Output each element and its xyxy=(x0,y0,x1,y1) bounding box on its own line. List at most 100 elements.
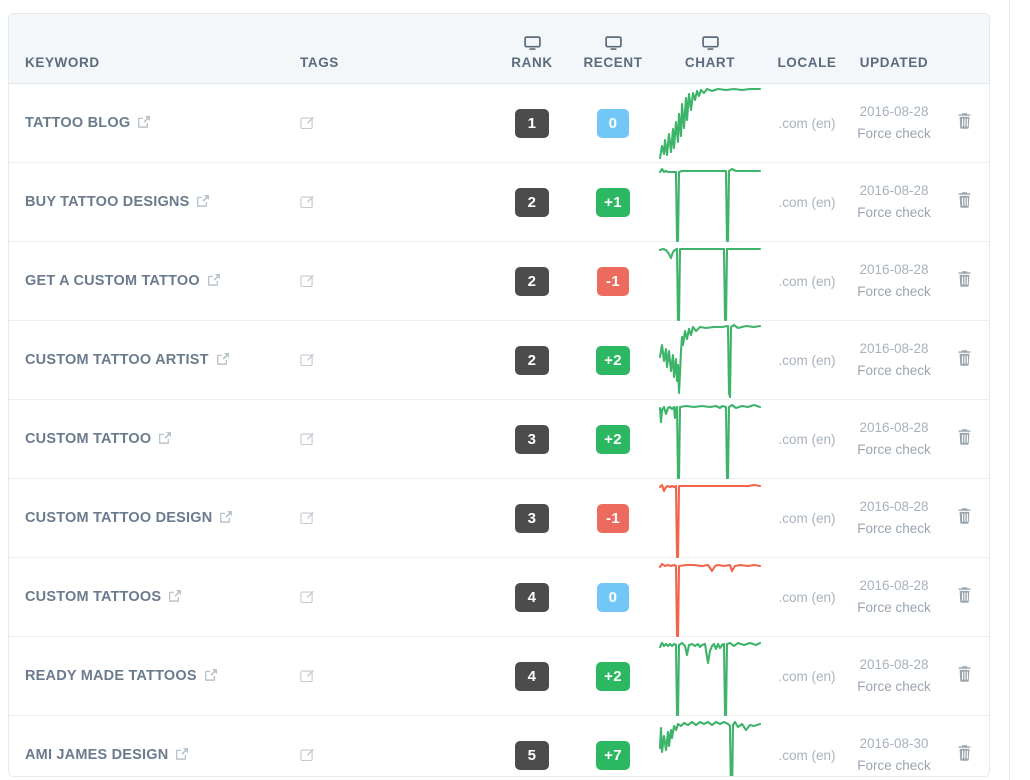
force-check-link[interactable]: Force check xyxy=(849,360,939,382)
force-check-link[interactable]: Force check xyxy=(849,597,939,619)
edit-icon[interactable] xyxy=(300,511,314,525)
table-row[interactable]: CUSTOM TATTOO DESIGN 3 -1 .com (en) 2016… xyxy=(9,478,989,559)
keyword-label[interactable]: CUSTOM TATTOO xyxy=(25,431,151,447)
trash-icon[interactable] xyxy=(956,744,973,762)
column-header-actions xyxy=(939,14,989,84)
chart-cell[interactable] xyxy=(655,636,765,717)
trash-icon[interactable] xyxy=(956,428,973,446)
chart-cell[interactable] xyxy=(655,320,765,400)
trash-icon[interactable] xyxy=(956,665,973,683)
rank-cell: 3 xyxy=(493,399,571,479)
column-header-updated[interactable]: UPDATED xyxy=(849,14,939,84)
edit-icon[interactable] xyxy=(300,195,314,209)
rank-sparkline[interactable] xyxy=(658,84,762,162)
edit-icon[interactable] xyxy=(300,353,314,367)
external-link-icon[interactable] xyxy=(137,115,151,131)
keyword-label[interactable]: CUSTOM TATTOO ARTIST xyxy=(25,352,209,368)
rank-sparkline[interactable] xyxy=(658,163,762,243)
edit-icon[interactable] xyxy=(300,274,314,288)
keyword-label[interactable]: READY MADE TATTOOS xyxy=(25,668,197,684)
table-row[interactable]: BUY TATTOO DESIGNS 2 +1 .com (en) 2016-0… xyxy=(9,162,989,243)
tags-cell xyxy=(297,162,493,242)
trash-icon[interactable] xyxy=(956,270,973,288)
keywords-panel: KEYWORD TAGS RANK RECENT CHART LOCALE UP… xyxy=(8,13,990,777)
table-row[interactable]: CUSTOM TATTOO ARTIST 2 +2 .com (en) 2016… xyxy=(9,320,989,400)
edit-icon[interactable] xyxy=(300,669,314,683)
external-link-icon[interactable] xyxy=(207,273,221,289)
table-row[interactable]: TATTOO BLOG 1 0 .com (en) 2016-08-28 For… xyxy=(9,83,989,163)
rank-sparkline[interactable] xyxy=(658,400,762,480)
table-row[interactable]: CUSTOM TATTOOS 4 0 .com (en) 2016-08-28 … xyxy=(9,557,989,638)
keyword-label[interactable]: CUSTOM TATTOOS xyxy=(25,589,161,605)
force-check-link[interactable]: Force check xyxy=(849,123,939,145)
external-link-icon[interactable] xyxy=(158,431,172,447)
locale-cell: .com (en) xyxy=(765,83,849,163)
edit-icon[interactable] xyxy=(300,116,314,130)
keyword-label[interactable]: CUSTOM TATTOO DESIGN xyxy=(25,510,212,526)
column-header-chart[interactable]: CHART xyxy=(655,14,765,84)
table-row[interactable]: AMI JAMES DESIGN 5 +7 .com (en) 2016-08-… xyxy=(9,715,989,776)
trash-icon[interactable] xyxy=(956,349,973,367)
tags-cell xyxy=(297,320,493,400)
recent-change-badge: -1 xyxy=(597,503,629,533)
updated-date: 2016-08-28 xyxy=(859,419,929,435)
external-link-icon[interactable] xyxy=(219,510,233,526)
updated-cell: 2016-08-28 Force check xyxy=(849,320,939,400)
delete-cell xyxy=(939,320,989,400)
edit-icon[interactable] xyxy=(300,748,314,762)
external-link-icon[interactable] xyxy=(204,668,218,684)
chart-cell[interactable] xyxy=(655,399,765,480)
external-link-icon[interactable] xyxy=(196,194,210,210)
table-row[interactable]: READY MADE TATTOOS 4 +2 .com (en) 2016-0… xyxy=(9,636,989,717)
locale-cell: .com (en) xyxy=(765,241,849,321)
trash-icon[interactable] xyxy=(956,507,973,525)
tags-cell xyxy=(297,557,493,637)
table-row[interactable]: GET A CUSTOM TATTOO 2 -1 .com (en) 2016-… xyxy=(9,241,989,322)
column-header-recent[interactable]: RECENT xyxy=(571,14,655,84)
external-link-icon[interactable] xyxy=(216,352,230,368)
chart-cell[interactable] xyxy=(655,715,765,776)
keyword-cell: CUSTOM TATTOO xyxy=(9,399,297,479)
force-check-link[interactable]: Force check xyxy=(849,676,939,698)
rank-badge: 2 xyxy=(515,187,549,217)
trash-icon[interactable] xyxy=(956,191,973,209)
chart-cell[interactable] xyxy=(655,478,765,559)
keyword-cell: GET A CUSTOM TATTOO xyxy=(9,241,297,321)
recent-change-badge: +2 xyxy=(596,345,630,375)
external-link-icon[interactable] xyxy=(175,747,189,763)
page-root: KEYWORD TAGS RANK RECENT CHART LOCALE UP… xyxy=(0,0,1030,780)
force-check-link[interactable]: Force check xyxy=(849,281,939,303)
rank-sparkline[interactable] xyxy=(658,242,762,322)
keyword-label[interactable]: AMI JAMES DESIGN xyxy=(25,747,168,763)
column-header-rank[interactable]: RANK xyxy=(493,14,571,84)
force-check-link[interactable]: Force check xyxy=(849,518,939,540)
edit-icon[interactable] xyxy=(300,590,314,604)
column-header-keyword[interactable]: KEYWORD xyxy=(9,14,297,84)
column-header-tags[interactable]: TAGS xyxy=(297,14,493,84)
rank-badge: 2 xyxy=(515,266,549,296)
table-row[interactable]: CUSTOM TATTOO 3 +2 .com (en) 2016-08-28 … xyxy=(9,399,989,480)
header-row: KEYWORD TAGS RANK RECENT CHART LOCALE UP… xyxy=(9,14,989,84)
force-check-link[interactable]: Force check xyxy=(849,755,939,776)
rank-sparkline[interactable] xyxy=(658,558,762,638)
trash-icon[interactable] xyxy=(956,112,973,130)
force-check-link[interactable]: Force check xyxy=(849,439,939,461)
rank-sparkline[interactable] xyxy=(658,637,762,717)
column-header-locale[interactable]: LOCALE xyxy=(765,14,849,84)
keyword-cell: CUSTOM TATTOO ARTIST xyxy=(9,320,297,400)
chart-cell[interactable] xyxy=(655,83,765,163)
chart-cell[interactable] xyxy=(655,557,765,638)
edit-icon[interactable] xyxy=(300,432,314,446)
keyword-label[interactable]: GET A CUSTOM TATTOO xyxy=(25,273,200,289)
chart-cell[interactable] xyxy=(655,241,765,322)
external-link-icon[interactable] xyxy=(168,589,182,605)
rank-sparkline[interactable] xyxy=(658,479,762,559)
trash-icon[interactable] xyxy=(956,586,973,604)
rank-sparkline[interactable] xyxy=(658,321,762,399)
chart-cell[interactable] xyxy=(655,162,765,243)
force-check-link[interactable]: Force check xyxy=(849,202,939,224)
keyword-label[interactable]: TATTOO BLOG xyxy=(25,115,130,131)
keyword-label[interactable]: BUY TATTOO DESIGNS xyxy=(25,194,189,210)
rank-sparkline[interactable] xyxy=(658,716,762,776)
tags-cell xyxy=(297,399,493,479)
